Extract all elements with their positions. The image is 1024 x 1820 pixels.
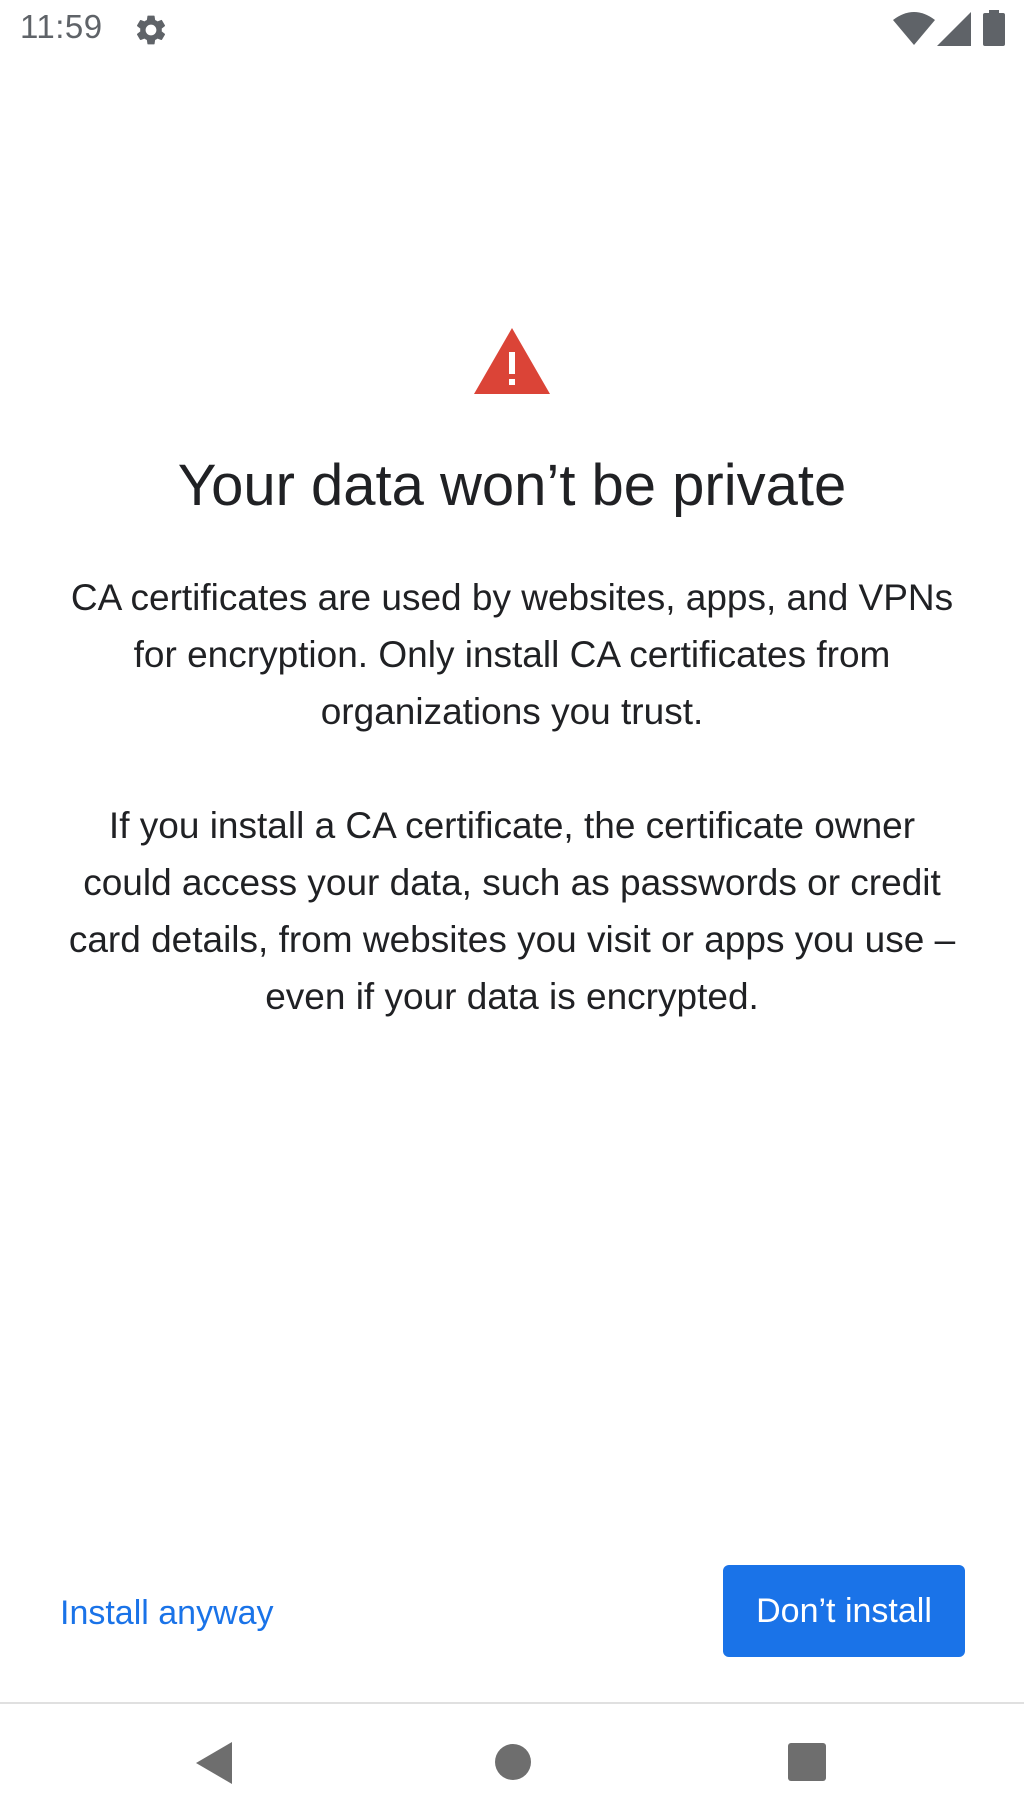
back-icon[interactable] <box>192 1740 236 1786</box>
navigation-bar <box>0 1704 1024 1820</box>
gear-icon <box>136 15 166 45</box>
wifi-icon <box>893 12 935 45</box>
screen: 11:59 Your data won’t be private CA cert… <box>0 0 1024 1820</box>
description-paragraph: CA certificates are used by websites, ap… <box>70 577 954 732</box>
home-icon[interactable] <box>493 1742 533 1782</box>
warning-paragraph: If you install a CA certificate, the cer… <box>68 805 956 1017</box>
signal-icon <box>937 12 971 46</box>
dont-install-button[interactable]: Don’t install <box>723 1565 965 1657</box>
status-bar: 11:59 <box>0 0 1024 60</box>
page-title: Your data won’t be private <box>177 453 847 518</box>
warning-icon <box>474 328 550 394</box>
install-anyway-button[interactable]: Install anyway <box>50 1582 284 1644</box>
battery-icon <box>983 10 1005 46</box>
recents-icon[interactable] <box>787 1742 827 1782</box>
status-time: 11:59 <box>20 8 103 45</box>
